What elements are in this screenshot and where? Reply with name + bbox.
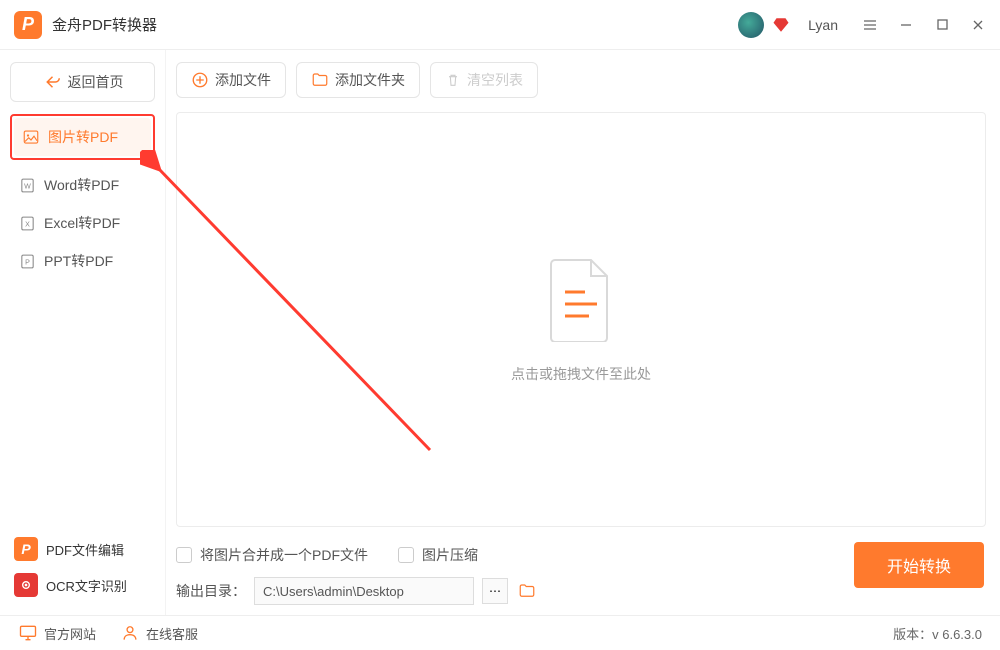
sidebar: 返回首页 图片转PDF W Word转PDF X Excel转PDF P PPT… bbox=[0, 50, 165, 615]
vip-diamond-icon[interactable] bbox=[772, 16, 790, 34]
pdf-editor-button[interactable]: P PDF文件编辑 bbox=[10, 531, 155, 567]
browse-button[interactable]: ⋯ bbox=[482, 578, 508, 604]
sidebar-item-label: PPT转PDF bbox=[44, 251, 113, 271]
button-label: 清空列表 bbox=[467, 70, 523, 90]
pdf-editor-icon: P bbox=[14, 537, 38, 561]
plus-circle-icon bbox=[191, 71, 209, 89]
maximize-icon[interactable] bbox=[934, 17, 950, 33]
ocr-icon bbox=[14, 573, 38, 597]
drop-zone[interactable]: 点击或拖拽文件至此处 bbox=[176, 112, 986, 527]
footer: 官方网站 在线客服 版本：v 6.6.3.0 bbox=[0, 615, 1000, 650]
ppt-icon: P bbox=[18, 252, 36, 270]
start-convert-button[interactable]: 开始转换 bbox=[854, 542, 984, 588]
main-content: 添加文件 添加文件夹 清空列表 点击或拖拽文件至此处 bbox=[165, 50, 1000, 615]
output-path-input[interactable] bbox=[254, 577, 474, 605]
excel-icon: X bbox=[18, 214, 36, 232]
highlight-annotation: 图片转PDF bbox=[10, 114, 155, 160]
back-home-button[interactable]: 返回首页 bbox=[10, 62, 155, 102]
add-file-button[interactable]: 添加文件 bbox=[176, 62, 286, 98]
folder-open-icon bbox=[518, 582, 536, 600]
button-label: 添加文件 bbox=[215, 70, 271, 90]
version-text: 版本：v 6.6.3.0 bbox=[893, 624, 982, 643]
back-arrow-icon bbox=[42, 73, 60, 91]
checkbox-box-icon bbox=[398, 547, 414, 563]
svg-text:W: W bbox=[24, 182, 31, 190]
merge-checkbox[interactable]: 将图片合并成一个PDF文件 bbox=[176, 545, 368, 565]
sidebar-item-label: 图片转PDF bbox=[48, 127, 118, 147]
app-logo: P bbox=[14, 11, 42, 39]
username-label[interactable]: Lyan bbox=[808, 17, 838, 33]
checkbox-label: 将图片合并成一个PDF文件 bbox=[200, 545, 368, 565]
image-icon bbox=[22, 128, 40, 146]
toolbar: 添加文件 添加文件夹 清空列表 bbox=[176, 62, 986, 98]
sidebar-item-excel-to-pdf[interactable]: X Excel转PDF bbox=[10, 204, 155, 242]
support-person-icon bbox=[120, 623, 140, 643]
word-icon: W bbox=[18, 176, 36, 194]
trash-icon bbox=[445, 72, 461, 88]
svg-text:P: P bbox=[25, 258, 30, 266]
add-folder-button[interactable]: 添加文件夹 bbox=[296, 62, 420, 98]
sidebar-item-ppt-to-pdf[interactable]: P PPT转PDF bbox=[10, 242, 155, 280]
sidebar-item-label: Excel转PDF bbox=[44, 213, 120, 233]
tool-label: OCR文字识别 bbox=[46, 576, 127, 595]
folder-icon bbox=[311, 71, 329, 89]
home-label: 返回首页 bbox=[68, 72, 124, 92]
open-folder-button[interactable] bbox=[516, 580, 538, 602]
menu-icon[interactable] bbox=[862, 17, 878, 33]
user-avatar[interactable] bbox=[738, 12, 764, 38]
checkbox-label: 图片压缩 bbox=[422, 545, 478, 565]
official-site-link[interactable]: 官方网站 bbox=[18, 623, 96, 643]
clear-list-button: 清空列表 bbox=[430, 62, 538, 98]
link-label: 官方网站 bbox=[44, 624, 96, 643]
minimize-icon[interactable] bbox=[898, 17, 914, 33]
tool-label: PDF文件编辑 bbox=[46, 540, 124, 559]
svg-text:X: X bbox=[25, 220, 30, 228]
output-label: 输出目录： bbox=[176, 581, 246, 601]
titlebar: P 金舟PDF转换器 Lyan bbox=[0, 0, 1000, 50]
sidebar-item-label: Word转PDF bbox=[44, 175, 119, 195]
checkbox-box-icon bbox=[176, 547, 192, 563]
app-title: 金舟PDF转换器 bbox=[52, 14, 157, 35]
sidebar-item-word-to-pdf[interactable]: W Word转PDF bbox=[10, 166, 155, 204]
ellipsis-icon: ⋯ bbox=[489, 584, 501, 598]
support-link[interactable]: 在线客服 bbox=[120, 623, 198, 643]
ocr-button[interactable]: OCR文字识别 bbox=[10, 567, 155, 603]
drop-hint-text: 点击或拖拽文件至此处 bbox=[511, 364, 651, 384]
monitor-icon bbox=[18, 623, 38, 643]
sidebar-item-image-to-pdf[interactable]: 图片转PDF bbox=[14, 118, 151, 156]
link-label: 在线客服 bbox=[146, 624, 198, 643]
button-label: 添加文件夹 bbox=[335, 70, 405, 90]
document-placeholder-icon bbox=[545, 256, 617, 342]
close-icon[interactable] bbox=[970, 17, 986, 33]
compress-checkbox[interactable]: 图片压缩 bbox=[398, 545, 478, 565]
